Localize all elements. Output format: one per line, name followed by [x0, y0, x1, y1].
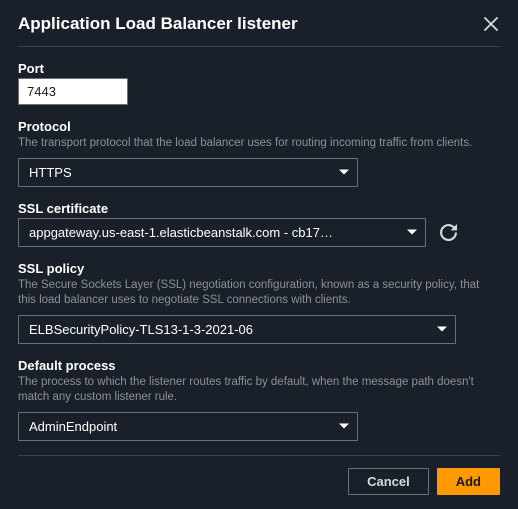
ssl-policy-field: SSL policy The Secure Sockets Layer (SSL…: [18, 261, 500, 344]
ssl-policy-value: ELBSecurityPolicy-TLS13-1-3-2021-06: [29, 322, 253, 337]
default-process-label: Default process: [18, 358, 500, 373]
add-button[interactable]: Add: [437, 468, 500, 495]
cancel-button[interactable]: Cancel: [348, 468, 429, 495]
port-input[interactable]: [18, 78, 128, 105]
default-process-value: AdminEndpoint: [29, 419, 117, 434]
modal-footer: Cancel Add: [18, 455, 500, 495]
ssl-certificate-select[interactable]: appgateway.us-east-1.elasticbeanstalk.co…: [18, 218, 426, 247]
close-button[interactable]: [482, 15, 500, 33]
refresh-certificates-button[interactable]: [436, 220, 461, 245]
ssl-policy-desc: The Secure Sockets Layer (SSL) negotiati…: [18, 278, 500, 309]
caret-down-icon: [339, 424, 349, 429]
alb-listener-modal: Application Load Balancer listener Port …: [0, 0, 518, 509]
ssl-policy-select[interactable]: ELBSecurityPolicy-TLS13-1-3-2021-06: [18, 315, 456, 344]
default-process-field: Default process The process to which the…: [18, 358, 500, 441]
default-process-select[interactable]: AdminEndpoint: [18, 412, 358, 441]
caret-down-icon: [339, 170, 349, 175]
protocol-field: Protocol The transport protocol that the…: [18, 119, 500, 187]
port-label: Port: [18, 61, 500, 76]
ssl-certificate-label: SSL certificate: [18, 201, 500, 216]
port-field: Port: [18, 61, 500, 105]
ssl-policy-label: SSL policy: [18, 261, 500, 276]
refresh-icon: [440, 224, 457, 241]
modal-header: Application Load Balancer listener: [18, 14, 500, 47]
modal-title: Application Load Balancer listener: [18, 14, 298, 34]
close-icon: [484, 17, 498, 31]
protocol-desc: The transport protocol that the load bal…: [18, 136, 500, 152]
protocol-label: Protocol: [18, 119, 500, 134]
ssl-certificate-field: SSL certificate appgateway.us-east-1.ela…: [18, 201, 500, 247]
caret-down-icon: [407, 230, 417, 235]
protocol-select[interactable]: HTTPS: [18, 158, 358, 187]
caret-down-icon: [437, 327, 447, 332]
ssl-certificate-value: appgateway.us-east-1.elasticbeanstalk.co…: [29, 225, 333, 240]
protocol-value: HTTPS: [29, 165, 72, 180]
default-process-desc: The process to which the listener routes…: [18, 375, 500, 406]
